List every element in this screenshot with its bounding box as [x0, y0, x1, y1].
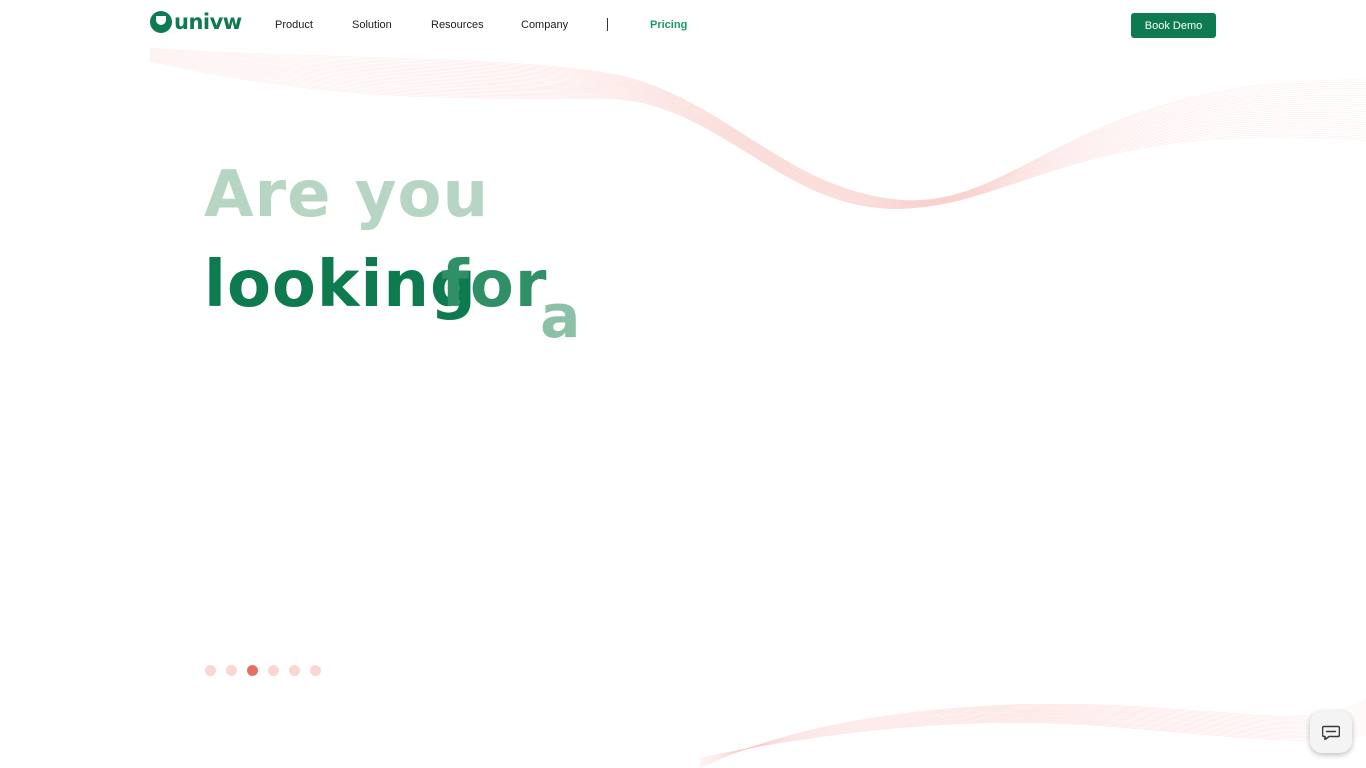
- nav-item-solution[interactable]: Solution: [352, 18, 392, 32]
- page: univw Product Solution Resources Company…: [0, 0, 1366, 768]
- decorative-wave-background: [149, 47, 1366, 768]
- carousel-dot[interactable]: [247, 665, 258, 676]
- hero-word-looking: looking: [204, 248, 477, 322]
- hero-line-1: Are you: [204, 158, 490, 232]
- chat-icon: [1322, 725, 1340, 740]
- carousel-dot[interactable]: [310, 665, 321, 676]
- carousel-dots: [205, 665, 321, 676]
- nav-item-company[interactable]: Company: [521, 18, 568, 32]
- logo-link[interactable]: univw: [150, 11, 242, 33]
- logo-mark-icon: [150, 11, 172, 33]
- book-demo-button[interactable]: Book Demo: [1131, 13, 1216, 38]
- site-header: univw Product Solution Resources Company…: [0, 0, 1366, 50]
- carousel-dot[interactable]: [289, 665, 300, 676]
- carousel-dot[interactable]: [205, 665, 216, 676]
- nav-item-resources[interactable]: Resources: [431, 18, 484, 32]
- nav-item-product[interactable]: Product: [275, 18, 313, 32]
- nav-item-pricing[interactable]: Pricing: [650, 18, 687, 32]
- nav-divider: [607, 18, 608, 31]
- carousel-dot[interactable]: [226, 665, 237, 676]
- logo-text: univw: [174, 10, 242, 34]
- carousel-dot[interactable]: [268, 665, 279, 676]
- hero-word-a: a: [540, 282, 582, 352]
- hero-word-for: for: [441, 248, 548, 322]
- chat-widget-button[interactable]: [1310, 711, 1352, 753]
